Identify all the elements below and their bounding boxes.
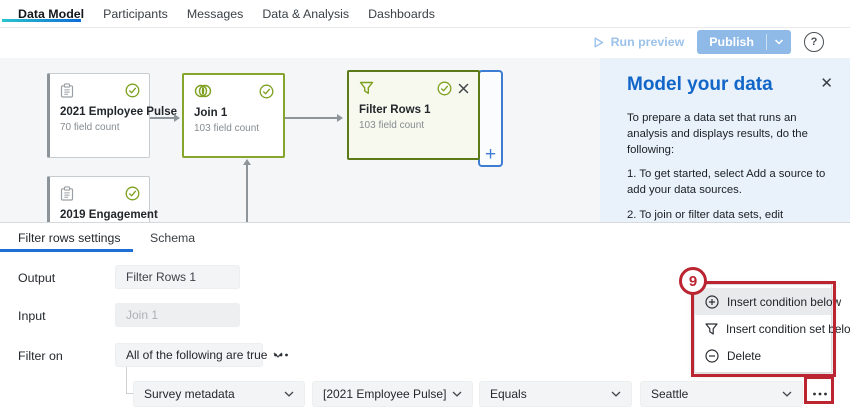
connector-line xyxy=(150,117,175,119)
main-area: 2021 Employee Pulse 70 field count Join … xyxy=(0,58,850,222)
join-icon xyxy=(194,84,212,98)
condition-field-group-value: Survey metadata xyxy=(144,387,235,401)
panel-paragraph: 1. To get started, select Add a source t… xyxy=(627,167,831,199)
check-circle-icon xyxy=(437,81,452,96)
check-circle-icon xyxy=(259,84,274,99)
chevron-down-icon xyxy=(782,391,792,397)
run-preview-button[interactable]: Run preview xyxy=(592,35,685,49)
input-value: Join 1 xyxy=(126,308,158,322)
menu-item-label: Insert condition set below xyxy=(726,322,850,336)
dataset-icon xyxy=(60,83,74,98)
menu-item-insert-condition-below[interactable]: Insert condition below xyxy=(695,288,831,315)
filter-set-options-button[interactable] xyxy=(271,347,291,363)
publish-button[interactable]: Publish xyxy=(697,30,791,54)
panel-paragraph: 2. To join or filter data sets, edit col… xyxy=(627,208,831,222)
node-2021-employee-pulse[interactable]: 2021 Employee Pulse 70 field count xyxy=(47,73,150,158)
question-mark-icon: ? xyxy=(811,36,818,48)
flow-canvas: 2021 Employee Pulse 70 field count Join … xyxy=(0,58,600,222)
filter-logic-value: All of the following are true xyxy=(126,348,267,362)
filter-on-label: Filter on xyxy=(18,349,63,363)
chevron-down-icon xyxy=(452,391,462,397)
panel-paragraph: To prepare a data set that runs an analy… xyxy=(627,111,831,158)
add-action-box[interactable]: + xyxy=(478,70,503,167)
node-title: Filter Rows 1 xyxy=(349,104,478,116)
node-join-1[interactable]: Join 1 103 field count xyxy=(182,73,285,158)
condition-options-button[interactable] xyxy=(809,385,831,403)
tab-participants[interactable]: Participants xyxy=(103,7,168,21)
chevron-down-icon xyxy=(284,391,294,397)
condition-operator-dropdown[interactable]: Equals xyxy=(479,381,632,407)
annotation-step-badge: 9 xyxy=(679,267,707,295)
publish-dropdown-button[interactable] xyxy=(767,30,791,54)
node-field-count: 70 field count xyxy=(50,122,149,133)
input-label: Input xyxy=(18,309,46,323)
tab-messages[interactable]: Messages xyxy=(187,7,243,21)
node-title: 2019 Engagement xyxy=(50,209,149,221)
filter-icon xyxy=(359,81,374,95)
data-model-app: Data Model Participants Messages Data & … xyxy=(0,0,850,412)
active-tab-underline xyxy=(0,249,133,252)
arrowhead xyxy=(174,114,180,122)
chevron-down-icon xyxy=(774,39,784,45)
panel-close-icon[interactable]: ✕ xyxy=(820,76,833,91)
model-your-data-panel: Model your data ✕ To prepare a data set … xyxy=(600,58,850,222)
node-title: 2021 Employee Pulse xyxy=(50,106,149,118)
close-icon[interactable] xyxy=(458,83,469,94)
help-button[interactable]: ? xyxy=(804,32,824,52)
tab-dashboards[interactable]: Dashboards xyxy=(368,7,435,21)
panel-body: To prepare a data set that runs an analy… xyxy=(627,111,831,222)
ellipsis-icon xyxy=(812,392,828,396)
tab-schema[interactable]: Schema xyxy=(150,231,195,245)
node-2019-engagement[interactable]: 2019 Engagement xyxy=(47,176,150,222)
connector-line xyxy=(246,164,248,222)
menu-item-delete[interactable]: Delete xyxy=(695,342,831,369)
annotation-step-number: 9 xyxy=(689,273,697,290)
top-nav: Data Model Participants Messages Data & … xyxy=(0,0,850,28)
chevron-down-icon xyxy=(611,391,621,397)
active-tab-underline xyxy=(2,19,81,22)
filter-logic-dropdown[interactable]: All of the following are true xyxy=(115,343,263,367)
condition-connector xyxy=(126,393,133,394)
connector-line xyxy=(285,117,338,119)
minus-circle-icon xyxy=(705,349,719,363)
condition-field-value: [2021 Employee Pulse] xyxy=(323,387,446,401)
tab-filter-rows-settings[interactable]: Filter rows settings xyxy=(18,231,121,245)
play-icon xyxy=(592,36,605,49)
node-filter-rows-1[interactable]: Filter Rows 1 103 field count xyxy=(347,70,480,160)
tab-data-analysis[interactable]: Data & Analysis xyxy=(262,7,349,21)
menu-item-insert-condition-set-below[interactable]: Insert condition set below xyxy=(695,315,831,342)
run-preview-label: Run preview xyxy=(611,35,685,49)
filter-icon xyxy=(705,323,718,335)
condition-operator-value: Equals xyxy=(490,387,527,401)
condition-value: Seattle xyxy=(651,387,688,401)
condition-field-dropdown[interactable]: [2021 Employee Pulse] xyxy=(312,381,473,407)
ellipsis-icon xyxy=(273,353,289,357)
menu-item-label: Delete xyxy=(727,349,761,363)
node-field-count: 103 field count xyxy=(349,120,478,131)
node-field-count: 103 field count xyxy=(184,123,283,134)
toolbar: Run preview Publish ? xyxy=(0,28,850,58)
output-label: Output xyxy=(18,271,55,285)
input-input: Join 1 xyxy=(115,303,240,327)
output-value: Filter Rows 1 xyxy=(126,270,196,284)
dataset-icon xyxy=(60,186,74,201)
condition-value-dropdown[interactable]: Seattle xyxy=(640,381,803,407)
output-input[interactable]: Filter Rows 1 xyxy=(115,265,240,289)
condition-field-group-dropdown[interactable]: Survey metadata xyxy=(133,381,305,407)
plus-circle-icon xyxy=(705,295,719,309)
check-circle-icon xyxy=(125,83,140,98)
check-circle-icon xyxy=(125,186,140,201)
plus-icon: + xyxy=(480,145,501,164)
node-title: Join 1 xyxy=(184,107,283,119)
publish-label: Publish xyxy=(697,30,766,54)
menu-item-label: Insert condition below xyxy=(727,295,841,309)
filter-settings-panel: Filter rows settings Schema Output Filte… xyxy=(0,222,850,412)
panel-title: Model your data xyxy=(627,74,773,96)
arrowhead xyxy=(337,114,343,122)
condition-context-menu: Insert condition below Insert condition … xyxy=(694,284,832,373)
condition-connector xyxy=(126,367,127,393)
